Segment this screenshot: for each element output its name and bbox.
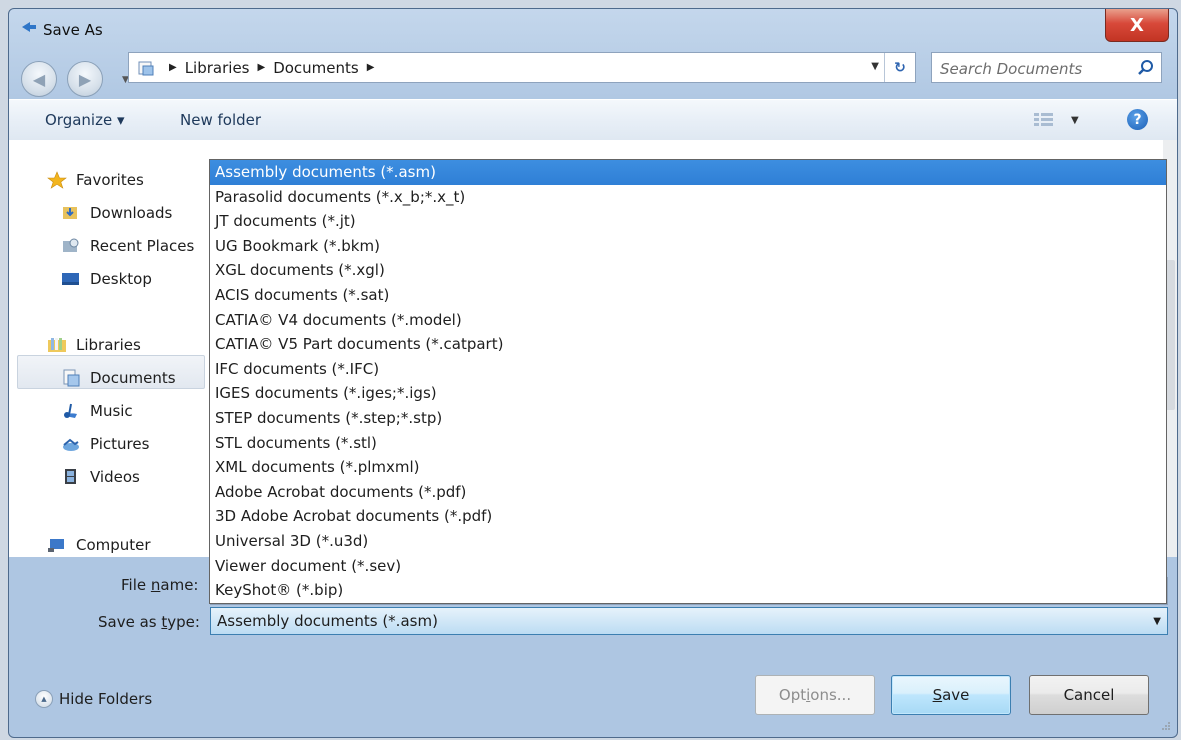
music-icon <box>64 403 77 418</box>
breadcrumb-libraries[interactable]: Libraries ▶ <box>185 59 274 77</box>
breadcrumb-documents[interactable]: Documents ▶ <box>273 59 382 77</box>
command-bar: Organize ▾ New folder ▼ ? <box>9 99 1177 141</box>
libraries-icon <box>48 338 66 352</box>
title-bar[interactable]: Save As X <box>9 9 1177 49</box>
type-option-3d-pdf[interactable]: 3D Adobe Acrobat documents (*.pdf) <box>210 504 1166 529</box>
close-button[interactable]: X <box>1105 9 1169 42</box>
save-as-app-icon <box>22 22 36 32</box>
type-option-jt[interactable]: JT documents (*.jt) <box>210 209 1166 234</box>
nav-item-desktop[interactable]: Desktop <box>61 267 152 291</box>
breadcrumb-arrow-icon: ▶ <box>257 62 266 73</box>
type-option-assembly[interactable]: Assembly documents (*.asm) <box>210 160 1166 185</box>
save-as-type-value: Assembly documents (*.asm) <box>217 612 438 630</box>
save-as-type-select[interactable]: Assembly documents (*.asm) ▼ <box>210 607 1168 635</box>
save-button[interactable]: Save <box>891 675 1011 715</box>
options-button[interactable]: Opt i ons... <box>755 675 875 715</box>
breadcrumb-arrow-icon: ▶ <box>169 62 177 73</box>
organize-button[interactable]: Organize ▾ <box>45 111 125 129</box>
refresh-button[interactable]: ↻ <box>884 53 915 82</box>
star-icon <box>47 171 67 189</box>
type-option-catia-v5[interactable]: CATIA© V5 Part documents (*.catpart) <box>210 332 1166 357</box>
type-option-iges[interactable]: IGES documents (*.iges;*.igs) <box>210 381 1166 406</box>
nav-item-libraries[interactable]: Libraries <box>47 333 141 357</box>
type-option-ifc[interactable]: IFC documents (*.IFC) <box>210 357 1166 382</box>
pictures-icon <box>63 438 79 451</box>
breadcrumb-arrow-icon: ▶ <box>366 62 375 73</box>
close-icon: X <box>1130 14 1144 36</box>
type-option-pdf[interactable]: Adobe Acrobat documents (*.pdf) <box>210 480 1166 505</box>
nav-item-recent-places[interactable]: Recent Places <box>61 234 194 258</box>
collapse-up-icon: ▲ <box>35 690 53 708</box>
search-box[interactable] <box>931 52 1162 83</box>
hide-folders-button[interactable]: ▲ Hide Folders <box>35 690 152 708</box>
change-view-icon[interactable] <box>1033 112 1055 128</box>
view-options-chevron-icon[interactable]: ▼ <box>1071 115 1079 126</box>
downloads-folder-icon <box>63 207 77 219</box>
type-option-ug-bookmark[interactable]: UG Bookmark (*.bkm) <box>210 234 1166 259</box>
save-as-type-dropdown-list[interactable]: Assembly documents (*.asm) Parasolid doc… <box>209 159 1167 604</box>
nav-item-videos[interactable]: Videos <box>61 465 140 489</box>
nav-item-pictures[interactable]: Pictures <box>61 432 149 456</box>
file-name-label: File name: <box>121 576 199 594</box>
breadcrumb-separator[interactable]: ▶ <box>165 62 185 73</box>
nav-item-documents[interactable]: Documents <box>61 366 176 390</box>
back-button[interactable]: ◀ <box>21 61 57 97</box>
recent-places-icon <box>63 238 79 252</box>
navigation-pane: Favorites Downloads Recent Places Deskto… <box>9 140 209 557</box>
type-option-stl[interactable]: STL documents (*.stl) <box>210 431 1166 456</box>
search-icon[interactable] <box>1137 59 1155 77</box>
type-option-keyshot[interactable]: KeyShot® (*.bip) <box>210 578 1166 603</box>
type-option-xgl[interactable]: XGL documents (*.xgl) <box>210 258 1166 283</box>
type-option-u3d[interactable]: Universal 3D (*.u3d) <box>210 529 1166 554</box>
refresh-icon: ↻ <box>894 59 906 76</box>
type-option-viewer[interactable]: Viewer document (*.sev) <box>210 554 1166 579</box>
forward-arrow-icon: ▶ <box>78 69 92 89</box>
cancel-button[interactable]: Cancel <box>1029 675 1149 715</box>
resize-grip-icon[interactable] <box>1161 721 1171 731</box>
type-option-step[interactable]: STEP documents (*.step;*.stp) <box>210 406 1166 431</box>
address-dropdown-icon[interactable]: ▼ <box>871 61 879 72</box>
back-arrow-icon: ◀ <box>32 69 46 89</box>
nav-item-music[interactable]: Music <box>61 399 133 423</box>
type-option-catia-v4[interactable]: CATIA© V4 documents (*.model) <box>210 308 1166 333</box>
address-bar[interactable]: ▶ Libraries ▶ Documents ▶ ▼ ↻ <box>128 52 916 83</box>
desktop-icon <box>62 273 79 285</box>
nav-item-favorites[interactable]: Favorites <box>47 168 144 192</box>
documents-icon <box>63 369 80 387</box>
nav-item-computer[interactable]: Computer <box>47 533 151 557</box>
search-input[interactable] <box>938 58 1132 80</box>
forward-button[interactable]: ▶ <box>67 61 103 97</box>
chevron-down-icon: ▼ <box>1153 616 1161 627</box>
help-icon[interactable]: ? <box>1127 109 1148 130</box>
nav-item-downloads[interactable]: Downloads <box>61 201 172 225</box>
type-option-parasolid[interactable]: Parasolid documents (*.x_b;*.x_t) <box>210 185 1166 210</box>
save-as-type-label: Save as type: <box>98 613 200 631</box>
window-title: Save As <box>43 21 103 39</box>
type-option-acis[interactable]: ACIS documents (*.sat) <box>210 283 1166 308</box>
videos-icon <box>65 469 76 484</box>
computer-icon <box>48 539 64 552</box>
libraries-location-icon <box>138 61 154 75</box>
new-folder-button[interactable]: New folder <box>180 111 261 129</box>
type-option-xml[interactable]: XML documents (*.plmxml) <box>210 455 1166 480</box>
hide-folders-label: Hide Folders <box>59 690 153 708</box>
